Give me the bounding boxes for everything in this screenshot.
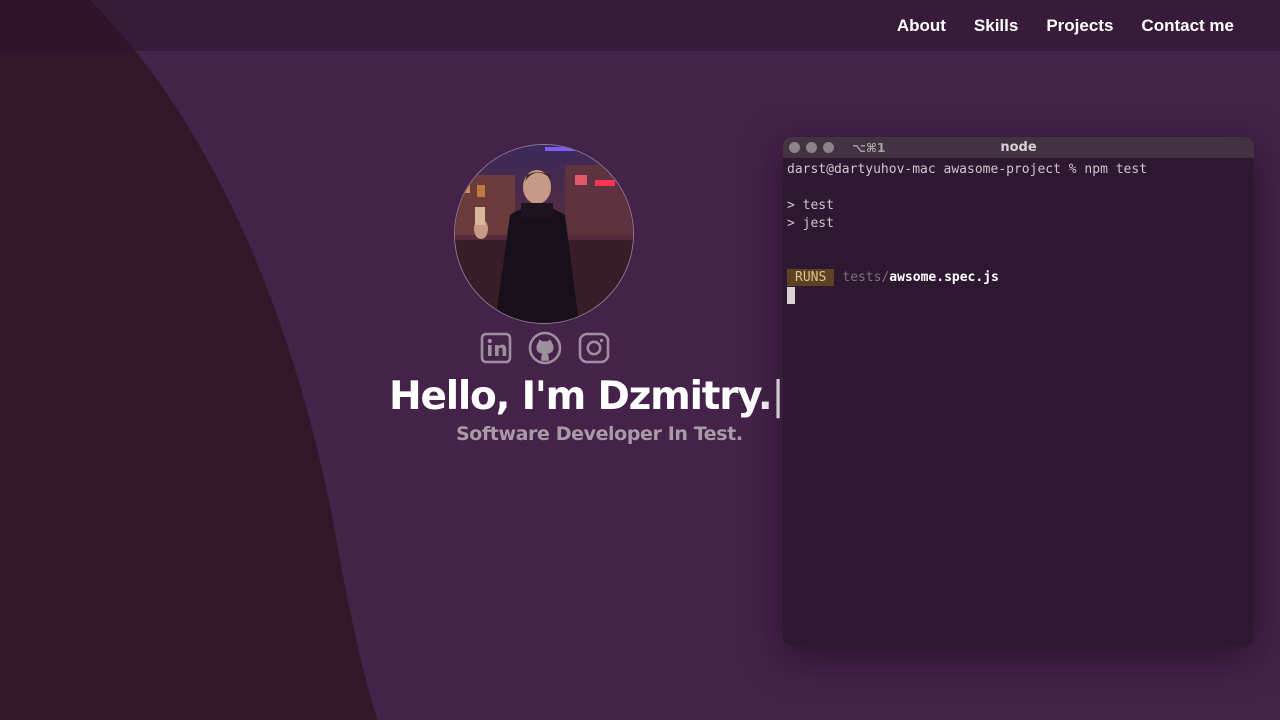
terminal-titlebar: ⌥⌘1 node xyxy=(783,137,1254,158)
social-links xyxy=(479,331,611,365)
close-window-button[interactable] xyxy=(789,142,800,153)
terminal-cursor-line xyxy=(787,287,1254,305)
typing-cursor: | xyxy=(771,374,785,419)
terminal-prompt: darst@dartyuhov-mac awasome-project % np… xyxy=(787,162,1148,177)
terminal-shortcut: ⌥⌘1 xyxy=(852,140,886,155)
test-dir: tests/ xyxy=(842,270,890,285)
terminal-prompt-line: darst@dartyuhov-mac awasome-project % np… xyxy=(787,161,1254,179)
github-link[interactable] xyxy=(528,331,562,365)
github-icon xyxy=(528,331,562,365)
runs-badge: RUNS xyxy=(787,269,835,286)
instagram-icon xyxy=(578,332,610,364)
minimize-window-button[interactable] xyxy=(806,142,817,153)
terminal-block-cursor xyxy=(787,287,795,304)
instagram-link[interactable] xyxy=(577,331,611,365)
terminal-output[interactable]: darst@dartyuhov-mac awasome-project % np… xyxy=(783,158,1254,305)
nav-link-about[interactable]: About xyxy=(897,16,946,36)
nav-menu: About Skills Projects Contact me xyxy=(897,16,1234,36)
hero-greeting: Hello, I'm Dzmitry. xyxy=(389,374,773,419)
terminal-output-jest: > jest xyxy=(787,216,834,231)
nav-link-projects[interactable]: Projects xyxy=(1046,16,1113,36)
hero-heading: Hello, I'm Dzmitry.| xyxy=(389,374,785,419)
linkedin-icon xyxy=(480,332,512,364)
terminal-output-test: > test xyxy=(787,198,834,213)
nav-link-skills[interactable]: Skills xyxy=(974,16,1018,36)
nav-link-contact[interactable]: Contact me xyxy=(1141,16,1234,36)
profile-avatar xyxy=(454,144,634,324)
hero-subtitle: Software Developer In Test. xyxy=(456,423,743,445)
terminal-window: ⌥⌘1 node darst@dartyuhov-mac awasome-pro… xyxy=(783,137,1254,646)
linkedin-link[interactable] xyxy=(479,331,513,365)
test-file: awsome.spec.js xyxy=(889,270,999,285)
terminal-runs-line: RUNS tests/awsome.spec.js xyxy=(787,269,1254,287)
top-navbar: About Skills Projects Contact me xyxy=(0,0,1280,51)
zoom-window-button[interactable] xyxy=(823,142,834,153)
